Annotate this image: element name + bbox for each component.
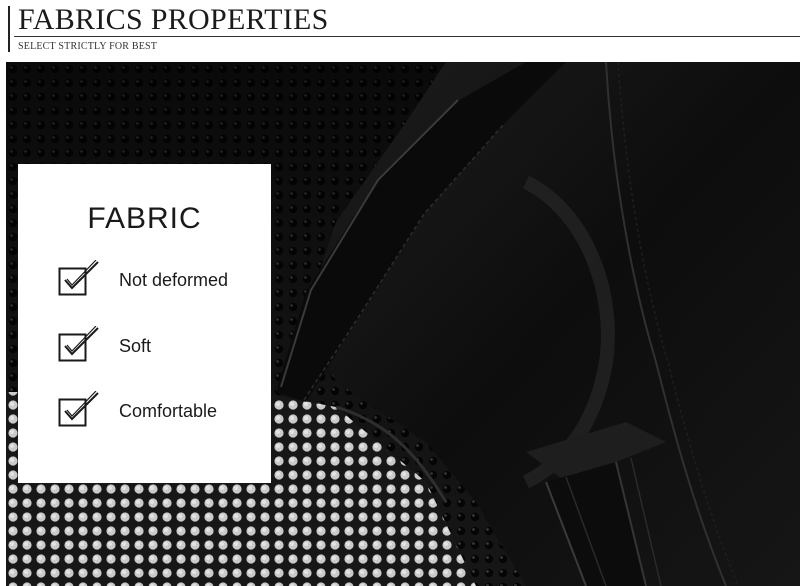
fabric-properties-card: FABRIC Not deformed Soft Comfortable — [18, 164, 271, 483]
header: FABRICS PROPERTIES SELECT STRICTLY FOR B… — [0, 0, 800, 60]
page-title: FABRICS PROPERTIES — [18, 3, 329, 36]
card-heading: FABRIC — [87, 202, 202, 235]
feature-item-soft: Soft — [58, 326, 268, 366]
feature-label: Soft — [119, 336, 152, 356]
header-accent-bar — [8, 6, 10, 52]
feature-item-not-deformed: Not deformed — [58, 260, 268, 300]
feature-label: Comfortable — [119, 401, 218, 421]
feature-item-comfortable: Comfortable — [58, 391, 268, 431]
checkbox-icon — [58, 391, 99, 427]
header-divider — [14, 36, 800, 37]
checkbox-icon — [58, 326, 99, 362]
page-subtitle: SELECT STRICTLY FOR BEST — [18, 41, 158, 52]
feature-label: Not deformed — [119, 270, 229, 290]
checkbox-icon — [58, 260, 99, 296]
